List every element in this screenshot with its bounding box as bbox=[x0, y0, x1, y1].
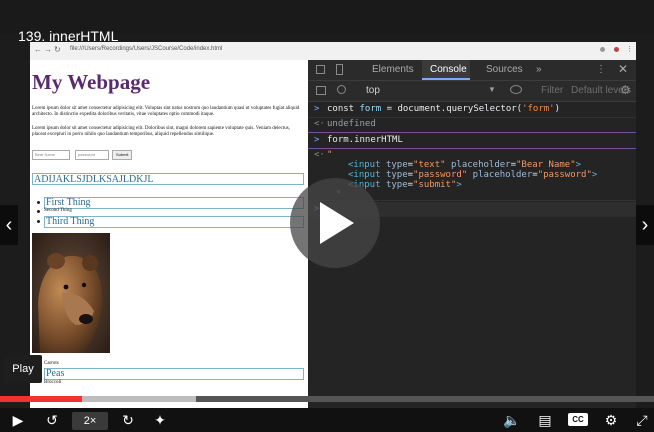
console-result-undefined: undefined bbox=[327, 119, 376, 129]
rewind-icon[interactable]: ↺ bbox=[42, 411, 62, 429]
eye-icon[interactable] bbox=[510, 85, 522, 94]
list-item-second: Second Thing bbox=[44, 208, 72, 213]
tab-elements[interactable]: Elements bbox=[372, 64, 414, 75]
play-pause-icon[interactable]: ▶ bbox=[8, 411, 28, 429]
more-tabs-icon[interactable]: » bbox=[536, 64, 542, 75]
console-input-line-1: > const form = document.querySelector('f… bbox=[308, 102, 636, 118]
bullet-1 bbox=[37, 201, 40, 204]
console-output-line-2: <· undefined bbox=[308, 117, 636, 133]
paragraph-1: Lorem ipsum dolor sit amet consectetur a… bbox=[32, 106, 300, 117]
url-text: file:///Users/Recordings/Users/JSCourse/… bbox=[70, 46, 223, 52]
extension-icon bbox=[600, 47, 605, 52]
volume-icon[interactable]: 🔈 bbox=[502, 411, 522, 429]
devtools-menu-icon[interactable]: ⋮ bbox=[596, 64, 606, 75]
settings-gear-icon[interactable]: ⚙ bbox=[620, 83, 631, 97]
playback-speed-button[interactable]: 2× bbox=[72, 412, 108, 430]
context-selector[interactable]: top bbox=[366, 85, 380, 96]
password-input[interactable]: password bbox=[75, 150, 109, 160]
chevron-left-icon[interactable]: ‹ bbox=[0, 205, 18, 245]
filter-input[interactable]: Filter bbox=[541, 85, 563, 96]
console-code-1: const form = document.querySelector('for… bbox=[327, 104, 561, 114]
transcript-icon[interactable]: ▤ bbox=[535, 411, 555, 429]
forward-skip-icon[interactable]: ↻ bbox=[118, 411, 138, 429]
settings-gear-icon[interactable]: ⚙ bbox=[601, 411, 621, 429]
submit-button[interactable]: Submit bbox=[112, 150, 133, 160]
paragraph-2: Lorem ipsum dolor sit amet consectetur a… bbox=[32, 126, 290, 137]
device-toggle-icon[interactable] bbox=[336, 64, 343, 75]
html-line-2: <input type="password" placeholder="pass… bbox=[348, 170, 598, 180]
result-arrow-icon: <· bbox=[314, 150, 325, 160]
tab-sources[interactable]: Sources bbox=[486, 64, 523, 75]
bear-image bbox=[32, 233, 110, 353]
browser-address-bar: ← → ↻ file:///Users/Recordings/Users/JSC… bbox=[30, 42, 636, 61]
list2-item-broccoli: Broccoli bbox=[44, 380, 62, 385]
close-icon[interactable]: ✕ bbox=[618, 62, 628, 76]
bookmark-add-icon[interactable]: ✦ bbox=[150, 411, 170, 429]
forward-arrow-icon: → bbox=[44, 45, 52, 54]
progress-played bbox=[0, 396, 82, 402]
list-item-first: First Thing bbox=[44, 197, 304, 209]
context-dropdown-icon[interactable]: ▼ bbox=[488, 85, 496, 94]
back-arrow-icon: ← bbox=[34, 45, 42, 54]
bullet-3 bbox=[37, 220, 40, 223]
boxed-heading: ADIJAKLSJDLKSAJLDKJL bbox=[32, 173, 304, 185]
menu-dots-icon: ⋮ bbox=[626, 46, 633, 53]
webpage-viewport: My Webpage Lorem ipsum dolor sit amet co… bbox=[30, 60, 308, 416]
prompt-icon: > bbox=[314, 104, 320, 114]
page-heading: My Webpage bbox=[32, 70, 151, 94]
list2-item-carrots: Carrots bbox=[44, 361, 59, 366]
result-arrow-icon: <· bbox=[314, 119, 325, 129]
profile-icon bbox=[614, 47, 619, 52]
reload-icon: ↻ bbox=[54, 45, 61, 54]
play-icon bbox=[320, 202, 354, 244]
list-item-third: Third Thing bbox=[44, 216, 304, 228]
bullet-2 bbox=[37, 210, 40, 213]
captions-cc-icon[interactable]: CC bbox=[568, 413, 588, 426]
chevron-right-icon[interactable]: › bbox=[636, 205, 654, 245]
inspect-icon[interactable] bbox=[316, 65, 325, 74]
fullscreen-icon[interactable]: ⤢ bbox=[632, 411, 652, 429]
clear-console-icon[interactable] bbox=[337, 85, 346, 94]
bear-name-input[interactable]: Bear Name bbox=[32, 150, 70, 160]
html-line-1: <input type="text" placeholder="Bear Nam… bbox=[348, 160, 582, 170]
tab-console[interactable]: Console bbox=[430, 64, 467, 75]
devtools-tab-bar: Elements Console Sources » ⋮ ✕ bbox=[308, 60, 636, 81]
play-tooltip: Play bbox=[4, 355, 42, 383]
console-toolbar: top ▼ Filter Default levels ⚙ bbox=[308, 81, 636, 102]
string-open-quote: " bbox=[327, 150, 333, 160]
sidebar-toggle-icon[interactable] bbox=[316, 86, 326, 95]
console-input-line-3: > form.innerHTML bbox=[308, 132, 636, 149]
list2-item-peas: Peas bbox=[44, 368, 304, 380]
prompt-icon: > bbox=[314, 135, 320, 145]
html-line-3: <input type="submit"> bbox=[348, 180, 462, 190]
console-code-3: form.innerHTML bbox=[327, 135, 403, 145]
